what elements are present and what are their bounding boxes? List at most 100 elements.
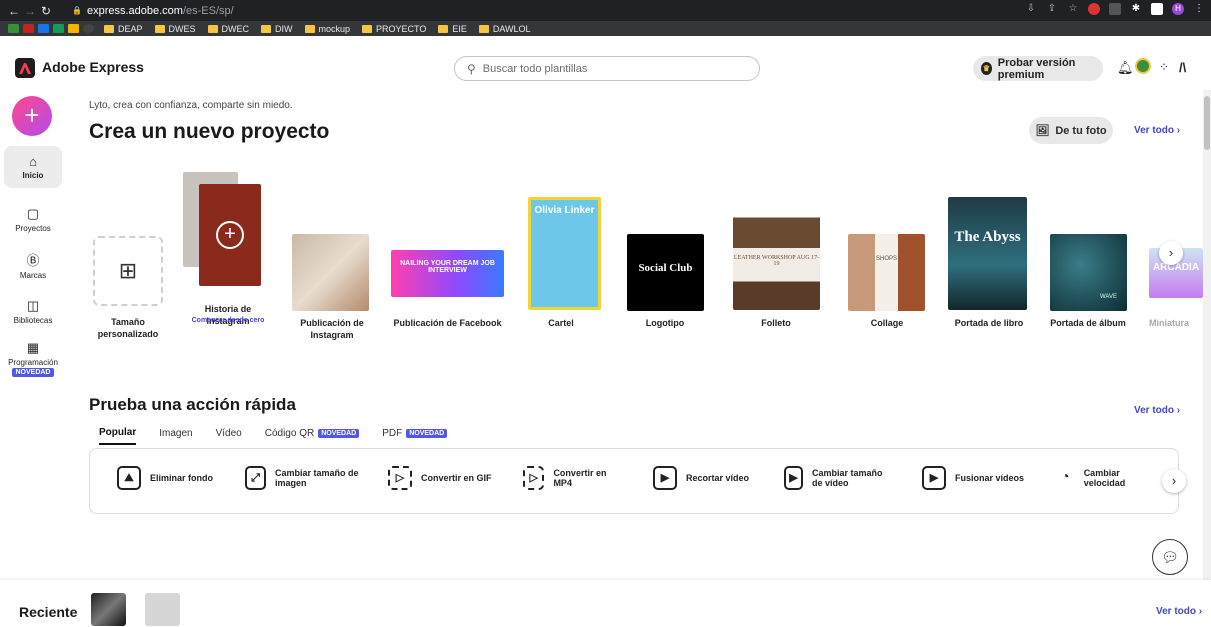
quick-actions-next-button[interactable]: ›: [1162, 469, 1186, 493]
folder-icon: [261, 24, 272, 33]
template-book-cover[interactable]: The Abyss Portada de libro: [944, 197, 1034, 328]
address-bar[interactable]: 🔒 express.adobe.com/es-ES/sp/: [72, 5, 234, 17]
recent-project-thumb[interactable]: [91, 593, 126, 626]
extension-icon[interactable]: [1109, 3, 1121, 15]
bookmark-folder[interactable]: PROYECTO: [362, 24, 426, 34]
folder-icon: [304, 24, 315, 33]
app-icon[interactable]: [8, 24, 19, 33]
premium-label: Probar versión premium: [997, 56, 1076, 81]
template-album-cover[interactable]: WAVE Portada de álbum: [1043, 234, 1133, 334]
apps-grid-icon[interactable]: ⁘: [1159, 60, 1169, 74]
app-header: Adobe Express ⚲ Buscar todo plantillas ♛…: [0, 36, 1211, 90]
brand-name[interactable]: Adobe Express: [42, 59, 144, 75]
bookmark-folder[interactable]: DWEC: [207, 24, 249, 34]
from-photo-button[interactable]: 🖼︎ De tu foto: [1029, 117, 1113, 144]
template-flyer[interactable]: LEATHER WORKSHOP AUG 17-19 Folleto: [731, 197, 821, 328]
avatar[interactable]: [1135, 58, 1151, 74]
action-remove-background[interactable]: ⛰ Eliminar fondo: [117, 466, 213, 490]
action-convert-mp4[interactable]: ▷ Convertir en MP4: [523, 466, 618, 490]
template-instagram-post[interactable]: Publicación de Instagram: [287, 234, 377, 344]
bookmark-folder[interactable]: DWES: [154, 24, 196, 34]
lock-icon: 🔒: [72, 6, 82, 15]
install-icon[interactable]: ⇩: [1025, 3, 1037, 15]
scrollbar-thumb[interactable]: [1204, 96, 1210, 150]
tab-pdf[interactable]: PDF NOVEDAD: [382, 427, 448, 445]
bell-icon[interactable]: 🔔︎: [1117, 60, 1134, 76]
sidebar-item-proyectos[interactable]: ▢ Proyectos: [4, 206, 62, 233]
action-trim-video[interactable]: ▶ Recortar vídeo: [653, 466, 749, 490]
bookmarks-bar: DEAP DWES DWEC DIW mockup PROYECTO EIE D…: [0, 21, 1211, 36]
gmail-icon[interactable]: [23, 24, 34, 33]
premium-button[interactable]: ♛ Probar versión premium: [973, 56, 1103, 81]
adobe-logo-icon[interactable]: [15, 58, 35, 78]
recent-project-thumb[interactable]: [145, 593, 180, 626]
quick-actions-see-all[interactable]: Ver todo ›: [1134, 405, 1180, 416]
github-icon[interactable]: [83, 24, 94, 33]
action-resize-video[interactable]: ▶ Cambiar tamaño de vídeo: [784, 466, 894, 490]
sidebar-item-inicio[interactable]: ⌂ Inicio: [4, 146, 62, 188]
create-button[interactable]: +: [12, 96, 52, 136]
tab-video[interactable]: Vídeo: [216, 427, 242, 445]
template-label: Cartel: [548, 318, 574, 328]
recent-see-all[interactable]: Ver todo ›: [1156, 606, 1202, 617]
template-logo[interactable]: Social Club Logotipo: [626, 234, 704, 334]
reload-icon[interactable]: ↻: [38, 4, 54, 18]
template-collage[interactable]: SHOPS Collage: [846, 234, 928, 334]
main-content: Lyto, crea con confianza, comparte sin m…: [66, 90, 1203, 580]
flyer-thumb: LEATHER WORKSHOP AUG 17-19: [733, 197, 820, 310]
drive-icon[interactable]: [53, 24, 64, 33]
page-title: Crea un nuevo proyecto: [89, 120, 330, 143]
bookmark-star-icon[interactable]: ☆: [1067, 3, 1079, 15]
sidebar-item-programacion[interactable]: ▦ Programación NOVEDAD: [4, 340, 62, 377]
template-label: Publicación de Instagram: [300, 318, 364, 340]
browser-toolbar: ← → ↻ 🔒 express.adobe.com/es-ES/sp/ ⇩ ⇪ …: [0, 0, 1211, 21]
page-scrollbar[interactable]: [1203, 90, 1211, 580]
template-poster[interactable]: Olivia Linker Cartel: [521, 197, 601, 328]
menu-icon[interactable]: ⋮: [1193, 3, 1205, 15]
folder-icon: ▢: [26, 206, 40, 221]
gif-icon: ▷: [388, 466, 412, 490]
tab-qr-code[interactable]: Código QR NOVEDAD: [265, 427, 360, 445]
action-change-speed[interactable]: ◔ Cambiar velocidad: [1056, 466, 1146, 490]
tab-popular[interactable]: Popular: [99, 427, 137, 445]
template-label: Publicación de Facebook: [393, 318, 502, 328]
forward-icon[interactable]: →: [22, 4, 38, 18]
book-cover-thumb: The Abyss: [948, 197, 1027, 310]
action-resize-image[interactable]: ⤢ Cambiar tamaño de imagen: [245, 466, 375, 490]
template-label: Folleto: [761, 318, 791, 328]
action-merge-videos[interactable]: ▶ Fusionar vídeos: [922, 466, 1024, 490]
chat-button[interactable]: 💬︎: [1152, 539, 1188, 575]
folder-icon: [154, 24, 165, 33]
action-convert-gif[interactable]: ▷ Convertir en GIF: [388, 466, 492, 490]
sidebar-item-bibliotecas[interactable]: ◫ Bibliotecas: [4, 298, 62, 325]
adobe-icon[interactable]: /\: [1179, 60, 1186, 75]
share-icon[interactable]: ⇪: [1046, 3, 1058, 15]
chevron-right-icon: ›: [1171, 473, 1177, 488]
window-icon[interactable]: [1151, 3, 1163, 15]
see-all-link[interactable]: Ver todo ›: [1134, 125, 1180, 136]
app-icon[interactable]: [68, 24, 79, 33]
extension-icon[interactable]: [1088, 3, 1100, 15]
template-facebook-post[interactable]: NAILING YOUR DREAM JOB INTERVIEW Publica…: [390, 250, 505, 340]
bookmark-folder[interactable]: DEAP: [104, 24, 143, 34]
custom-size-thumb: ⊞: [93, 236, 163, 306]
sidebar-item-marcas[interactable]: Ⓑ Marcas: [4, 250, 62, 280]
templates-next-button[interactable]: ›: [1159, 241, 1183, 265]
resize-image-icon: ⤢: [245, 466, 267, 490]
url-path: /es-ES/sp/: [182, 4, 234, 17]
bookmark-folder[interactable]: DAWLOL: [478, 24, 531, 34]
search-input[interactable]: ⚲ Buscar todo plantillas: [454, 56, 760, 81]
app-icon[interactable]: [38, 24, 49, 33]
template-custom-size[interactable]: ⊞ Tamaño personalizado: [93, 236, 163, 346]
remove-background-icon: ⛰: [117, 466, 141, 490]
template-instagram-story[interactable]: + Historia de Instagram Comenzar desde c…: [183, 172, 273, 332]
instagram-post-thumb: [292, 234, 369, 311]
back-icon[interactable]: ←: [6, 4, 22, 18]
template-sublabel: Comenzar desde cero: [191, 317, 265, 324]
bookmark-folder[interactable]: mockup: [304, 24, 350, 34]
profile-avatar[interactable]: H: [1172, 3, 1184, 15]
puzzle-icon[interactable]: ✱: [1130, 3, 1142, 15]
tab-imagen[interactable]: Imagen: [159, 427, 192, 445]
bookmark-folder[interactable]: EIE: [438, 24, 467, 34]
bookmark-folder[interactable]: DIW: [261, 24, 293, 34]
